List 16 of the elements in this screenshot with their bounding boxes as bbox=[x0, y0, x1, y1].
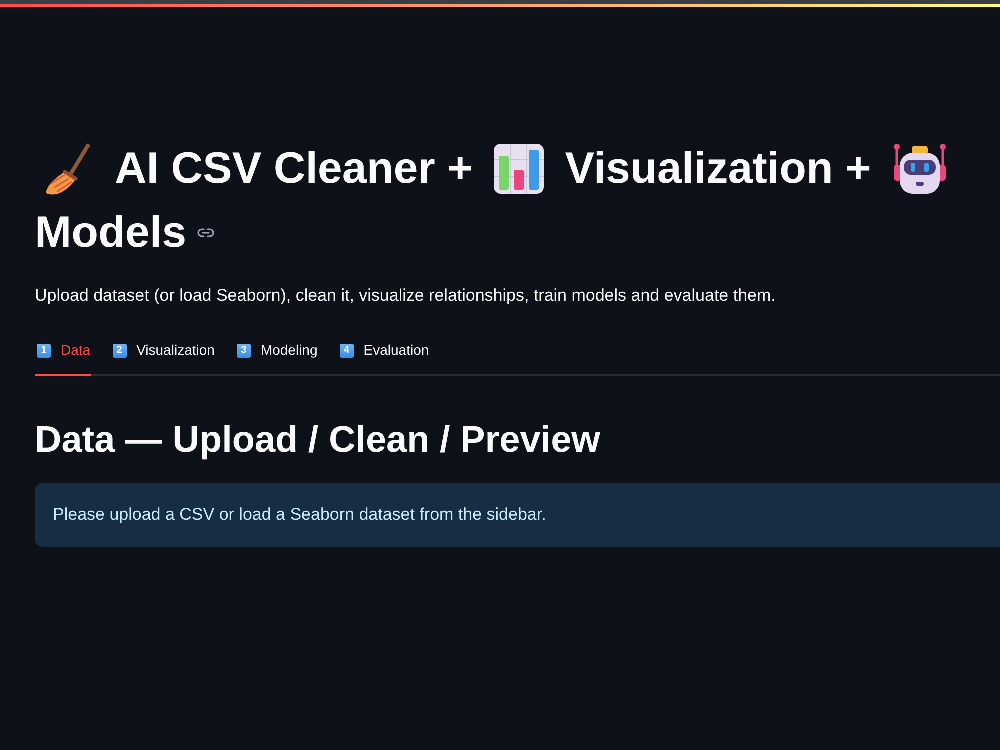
number-key: 3 bbox=[236, 344, 251, 358]
title-text: Models bbox=[35, 207, 187, 259]
info-alert: Please upload a CSV or load a Seaborn dataset from the sidebar. bbox=[35, 483, 1000, 547]
caption-text: Upload dataset (or load Seaborn), clean it, visualize relationships, train models and evaluate them. bbox=[35, 285, 777, 307]
tab[interactable]: 3 Modeling bbox=[234, 333, 318, 376]
section-heading: Data — Upload / Clean / Preview bbox=[35, 418, 602, 462]
tab[interactable]: 1 Data bbox=[35, 333, 91, 376]
tab[interactable]: 4 Evaluation bbox=[338, 333, 430, 376]
tab[interactable]: 2 Visualization bbox=[110, 333, 215, 376]
number-key: 4 bbox=[340, 344, 354, 358]
title-text: AI CSV Cleaner + bbox=[115, 143, 474, 195]
bar-chart-icon bbox=[493, 142, 546, 194]
link-icon[interactable] bbox=[196, 228, 215, 238]
number-key: 1 bbox=[37, 344, 51, 358]
number-key: 2 bbox=[112, 344, 127, 358]
title-text: Visualization + bbox=[565, 143, 872, 195]
